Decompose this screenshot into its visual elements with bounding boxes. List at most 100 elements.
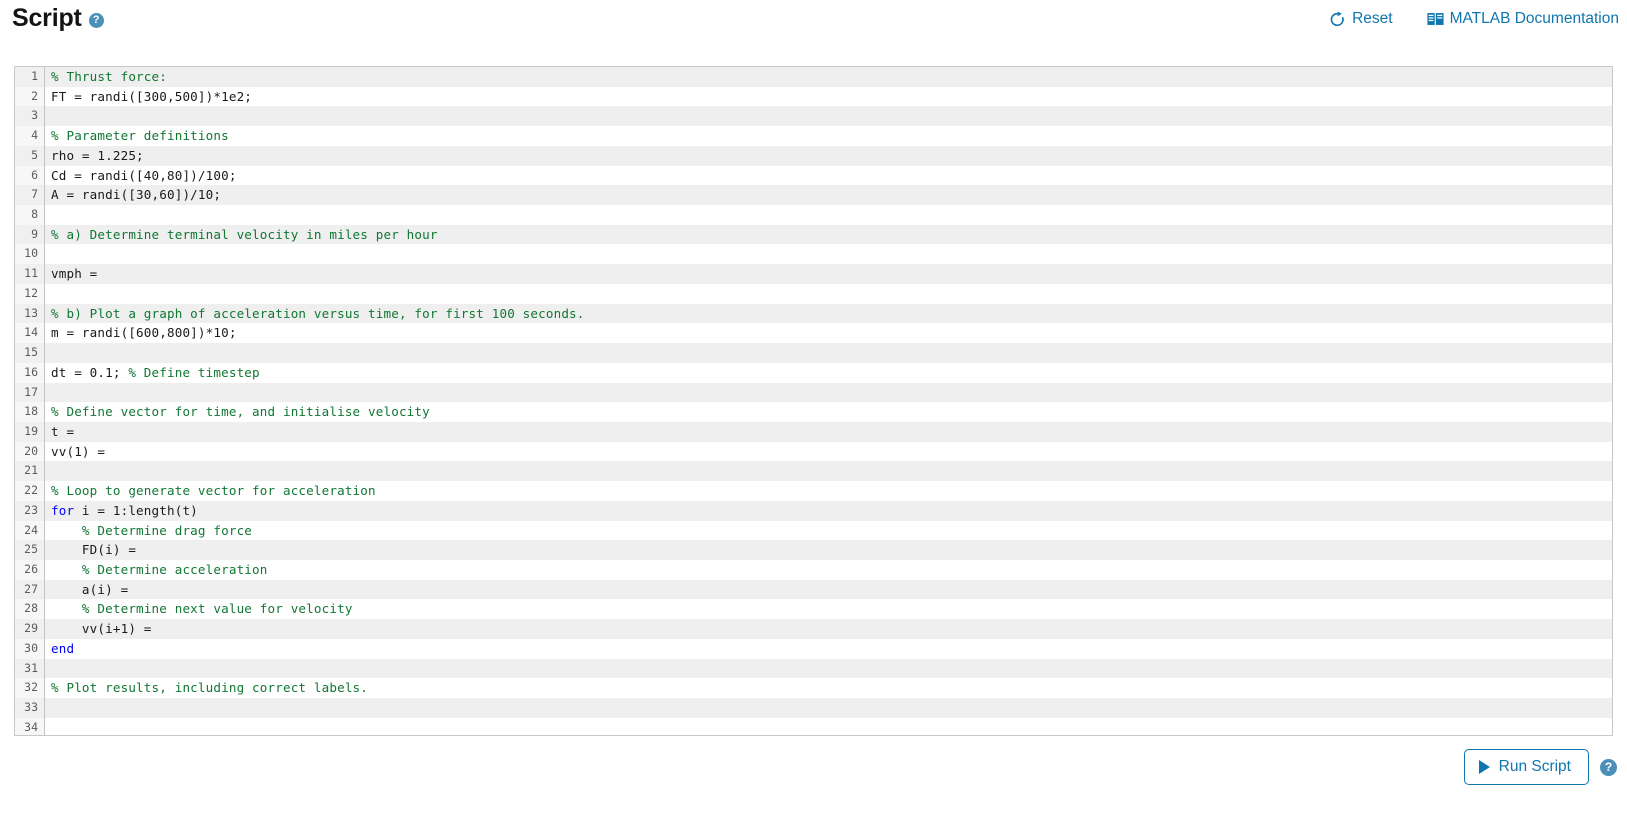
code-line-text[interactable]: dt = 0.1; % Define timestep bbox=[45, 363, 1612, 383]
code-line-text[interactable]: % Determine acceleration bbox=[45, 560, 1612, 580]
code-line-row[interactable]: 19 t = bbox=[15, 421, 1612, 442]
code-line-text[interactable]: % Plot results, including correct labels… bbox=[45, 678, 1612, 698]
code-line-text[interactable]: FT = randi([300,500])*1e2; bbox=[45, 87, 1612, 107]
code-line-row[interactable]: 31 bbox=[15, 658, 1612, 679]
code-line-text[interactable]: % Determine drag force bbox=[45, 521, 1612, 541]
code-line-text[interactable] bbox=[45, 461, 1612, 481]
line-number: 2 bbox=[15, 86, 45, 107]
code-token-plain: Cd = randi([40,80])/100; bbox=[51, 167, 237, 183]
line-number: 29 bbox=[15, 619, 45, 639]
code-line-text[interactable] bbox=[45, 343, 1612, 363]
code-line-text[interactable]: % b) Plot a graph of acceleration versus… bbox=[45, 304, 1612, 324]
code-line-text[interactable]: vmph = bbox=[45, 264, 1612, 284]
code-line-row[interactable]: 6 Cd = randi([40,80])/100; bbox=[15, 165, 1612, 186]
code-token-plain: a(i) = bbox=[51, 581, 129, 597]
line-number: 26 bbox=[15, 559, 45, 580]
code-line-row[interactable]: 4 % Parameter definitions bbox=[15, 126, 1612, 146]
code-line-text[interactable]: vv(i+1) = bbox=[45, 619, 1612, 639]
code-line-text[interactable]: vv(1) = bbox=[45, 442, 1612, 462]
code-line-text[interactable]: % a) Determine terminal velocity in mile… bbox=[45, 225, 1612, 245]
code-token-plain: rho = 1.225; bbox=[51, 147, 144, 163]
code-line-row[interactable]: 25 FD(i) = bbox=[15, 540, 1612, 560]
code-line-row[interactable]: 30 end bbox=[15, 638, 1612, 659]
code-line-text[interactable]: Cd = randi([40,80])/100; bbox=[45, 166, 1612, 186]
code-line-row[interactable]: 11 vmph = bbox=[15, 264, 1612, 284]
code-line-text[interactable]: t = bbox=[45, 422, 1612, 442]
code-line-text[interactable] bbox=[45, 106, 1612, 126]
line-number: 15 bbox=[15, 343, 45, 363]
code-line-text[interactable]: for i = 1:length(t) bbox=[45, 501, 1612, 521]
code-line-row[interactable]: 21 bbox=[15, 461, 1612, 482]
line-number: 18 bbox=[15, 402, 45, 422]
code-line-text[interactable]: % Determine next value for velocity bbox=[45, 599, 1612, 619]
code-token-plain: FD(i) = bbox=[51, 542, 137, 558]
line-number: 20 bbox=[15, 441, 45, 462]
page-title-group: Script bbox=[12, 3, 104, 33]
code-token-cmt: % Thrust force: bbox=[51, 69, 167, 84]
code-line-text[interactable]: end bbox=[45, 639, 1612, 659]
code-line-row[interactable]: 9 % a) Determine terminal velocity in mil… bbox=[15, 224, 1612, 245]
reset-label: Reset bbox=[1352, 10, 1393, 27]
code-line-text[interactable] bbox=[45, 284, 1612, 304]
run-script-label: Run Script bbox=[1498, 758, 1571, 775]
help-circle-icon[interactable] bbox=[1600, 758, 1617, 776]
reset-button[interactable]: Reset bbox=[1329, 10, 1393, 28]
code-line-text[interactable]: a(i) = bbox=[45, 580, 1612, 600]
line-number: 23 bbox=[15, 500, 45, 521]
code-line-row[interactable]: 10 bbox=[15, 244, 1612, 265]
code-line-row[interactable]: 29 vv(i+1) = bbox=[15, 619, 1612, 639]
code-token-kw: for bbox=[51, 502, 75, 518]
code-line-row[interactable]: 1 % Thrust force: bbox=[15, 67, 1612, 87]
code-line-row[interactable]: 7 A = randi([30,60])/10; bbox=[15, 185, 1612, 206]
code-line-text[interactable]: % Parameter definitions bbox=[45, 126, 1612, 146]
code-line-row[interactable]: 26 % Determine acceleration bbox=[15, 559, 1612, 580]
code-line-row[interactable]: 12 bbox=[15, 283, 1612, 304]
code-line-row[interactable]: 13 % b) Plot a graph of acceleration vers… bbox=[15, 303, 1612, 324]
code-line-row[interactable]: 16 dt = 0.1; % Define timestep bbox=[15, 362, 1612, 383]
code-line-row[interactable]: 14 m = randi([600,800])*10; bbox=[15, 323, 1612, 344]
help-circle-icon[interactable] bbox=[88, 12, 104, 28]
code-line-text[interactable]: rho = 1.225; bbox=[45, 146, 1612, 166]
script-code-editor[interactable]: 1 % Thrust force: 2 FT = randi([300,500])*1… bbox=[14, 66, 1613, 736]
code-line-text[interactable] bbox=[45, 244, 1612, 264]
code-line-row[interactable]: 20 vv(1) = bbox=[15, 441, 1612, 462]
code-line-text[interactable]: % Loop to generate vector for accelerati… bbox=[45, 481, 1612, 501]
code-line-text[interactable] bbox=[45, 659, 1612, 679]
code-line-text[interactable] bbox=[45, 698, 1612, 718]
code-line-text[interactable] bbox=[45, 718, 1612, 735]
line-number: 21 bbox=[15, 461, 45, 482]
code-token-plain: vmph = bbox=[51, 266, 98, 282]
matlab-documentation-link[interactable]: MATLAB Documentation bbox=[1426, 10, 1619, 28]
code-line-row[interactable]: 22 % Loop to generate vector for accelera… bbox=[15, 481, 1612, 501]
code-token-cmt: % Determine acceleration bbox=[51, 561, 268, 577]
code-line-row[interactable]: 33 bbox=[15, 698, 1612, 718]
code-token-plain: A = randi([30,60])/10; bbox=[51, 187, 222, 203]
code-line-row[interactable]: 17 bbox=[15, 382, 1612, 403]
code-line-row[interactable]: 28 % Determine next value for velocity bbox=[15, 599, 1612, 620]
code-line-row[interactable]: 8 bbox=[15, 205, 1612, 225]
line-number: 34 bbox=[15, 717, 45, 735]
code-line-row[interactable]: 18 % Define vector for time, and initiali… bbox=[15, 402, 1612, 422]
code-line-row[interactable]: 23 for i = 1:length(t) bbox=[15, 500, 1612, 521]
code-line-row[interactable]: 2 FT = randi([300,500])*1e2; bbox=[15, 86, 1612, 107]
code-line-text[interactable]: A = randi([30,60])/10; bbox=[45, 185, 1612, 205]
code-line-row[interactable]: 34 bbox=[15, 717, 1612, 735]
code-line-row[interactable]: 15 bbox=[15, 343, 1612, 363]
code-line-row[interactable]: 24 % Determine drag force bbox=[15, 520, 1612, 541]
code-line-text[interactable]: m = randi([600,800])*10; bbox=[45, 323, 1612, 343]
code-line-text[interactable]: % Thrust force: bbox=[45, 67, 1612, 87]
code-line-text[interactable]: FD(i) = bbox=[45, 540, 1612, 560]
code-token-cmt: % Plot results, including correct labels… bbox=[51, 680, 369, 696]
editor-footer: Run Script bbox=[1463, 749, 1617, 785]
code-line-text[interactable] bbox=[45, 383, 1612, 403]
header-actions: Reset MATLAB Documentation bbox=[1329, 10, 1619, 28]
code-line-row[interactable]: 3 bbox=[15, 106, 1612, 127]
code-line-row[interactable]: 27 a(i) = bbox=[15, 579, 1612, 600]
code-token-plain: vv(i+1) = bbox=[51, 621, 152, 637]
code-line-text[interactable] bbox=[45, 205, 1612, 225]
run-script-button[interactable]: Run Script bbox=[1463, 749, 1589, 785]
code-token-plain: vv(1) = bbox=[51, 443, 106, 459]
code-line-text[interactable]: % Define vector for time, and initialise… bbox=[45, 402, 1612, 422]
code-line-row[interactable]: 32 % Plot results, including correct labe… bbox=[15, 678, 1612, 698]
code-line-row[interactable]: 5 rho = 1.225; bbox=[15, 145, 1612, 166]
